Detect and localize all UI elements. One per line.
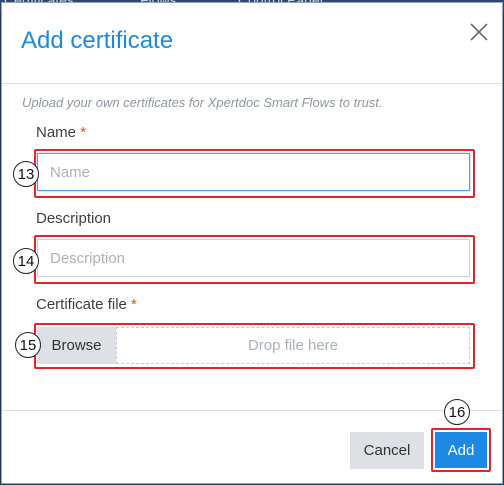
name-label-text: Name: [36, 124, 77, 141]
description-label: Description: [36, 210, 112, 227]
name-input[interactable]: [37, 153, 470, 191]
annotation-badge-13: 13: [13, 161, 39, 187]
browse-button[interactable]: Browse: [37, 327, 116, 364]
certificate-file-required-mark: *: [131, 296, 137, 313]
cancel-button[interactable]: Cancel: [350, 432, 424, 469]
file-drop-zone[interactable]: Drop file here: [116, 327, 470, 364]
annotation-badge-14: 14: [13, 248, 39, 274]
dialog-title: Add certificate: [21, 27, 174, 54]
certificate-file-label: Certificate file *: [36, 296, 137, 313]
drop-zone-text: Drop file here: [247, 337, 339, 354]
name-required-mark: *: [80, 124, 87, 141]
header-divider: [2, 83, 502, 84]
certificate-file-label-text: Certificate file: [36, 296, 127, 313]
close-icon: [470, 23, 488, 41]
add-button[interactable]: Add: [435, 432, 487, 468]
dialog-intro-text: Upload your own certificates for Xpertdo…: [22, 95, 383, 110]
name-label: Name *: [36, 124, 86, 141]
annotation-badge-15: 15: [15, 332, 41, 358]
footer-divider: [2, 410, 502, 411]
description-input[interactable]: [37, 239, 470, 277]
add-certificate-dialog: Add certificate Upload your own certific…: [1, 2, 503, 484]
close-button[interactable]: [464, 17, 494, 47]
annotation-badge-16: 16: [444, 399, 470, 425]
